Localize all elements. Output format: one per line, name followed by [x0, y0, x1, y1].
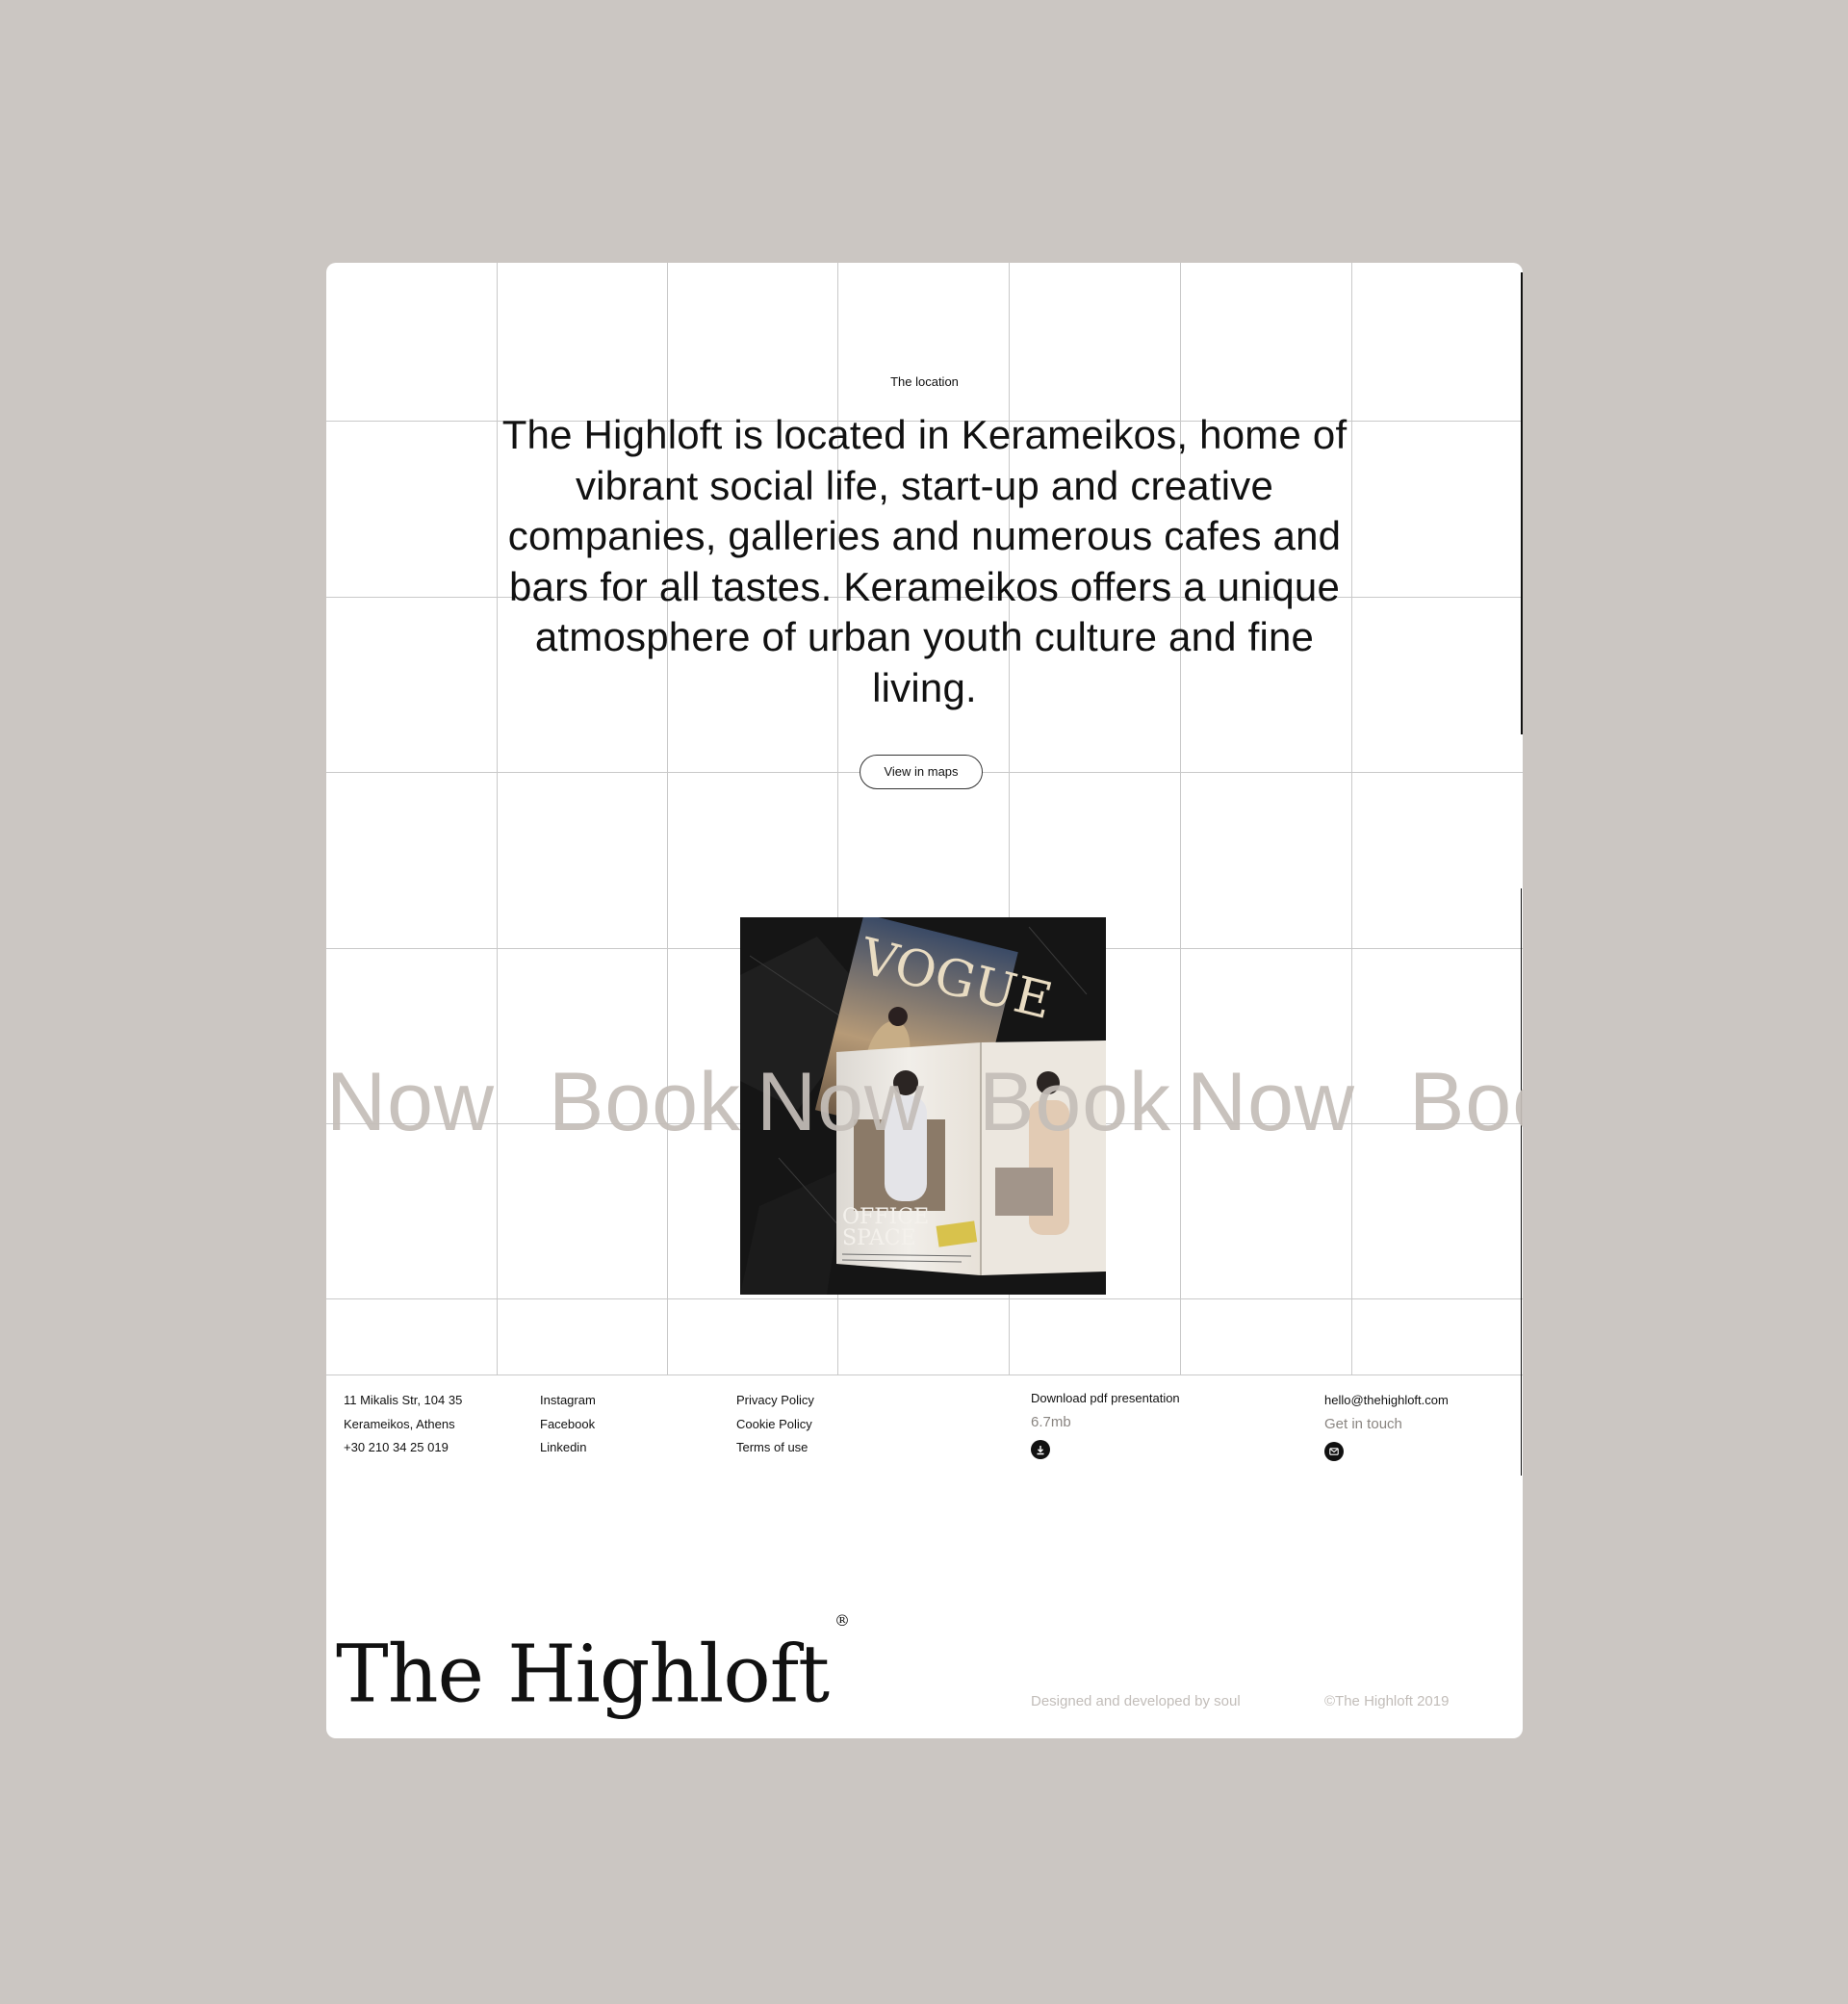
address-area: Kerameikos, Athens — [344, 1416, 455, 1431]
marquee-word: Now — [1187, 1056, 1356, 1148]
main-card: The location The Highloft is located in … — [326, 263, 1523, 1738]
email-link[interactable]: hello@thehighloft.com — [1324, 1389, 1449, 1413]
download-file-size: 6.7mb — [1031, 1413, 1071, 1430]
footer-social-links: Instagram Facebook Linkedin — [540, 1389, 596, 1460]
cookie-policy-link[interactable]: Cookie Policy — [736, 1413, 814, 1437]
instagram-link[interactable]: Instagram — [540, 1389, 596, 1413]
marquee-word: Book — [1409, 1056, 1523, 1148]
facebook-link[interactable]: Facebook — [540, 1413, 596, 1437]
designer-credit[interactable]: Designed and developed by soul — [1031, 1693, 1241, 1709]
marquee-word: Book — [979, 1056, 1172, 1148]
site-logo[interactable]: The Highloft® — [336, 1611, 850, 1721]
grid-line — [326, 1298, 1523, 1299]
get-in-touch-link[interactable]: Get in touch — [1324, 1413, 1449, 1437]
view-in-maps-button[interactable]: View in maps — [860, 755, 983, 789]
section-eyebrow: The location — [890, 374, 959, 389]
marquee-word: Now — [326, 1056, 496, 1148]
footer-download[interactable]: Download pdf presentation 6.7mb — [1031, 1387, 1180, 1459]
copyright: ©The Highloft 2019 — [1324, 1693, 1450, 1709]
terms-of-use-link[interactable]: Terms of use — [736, 1436, 814, 1460]
phone-number[interactable]: +30 210 34 25 019 — [344, 1436, 462, 1460]
spread-heading-line2: SPACE — [842, 1226, 916, 1250]
mail-icon[interactable] — [1324, 1442, 1344, 1461]
download-presentation-link[interactable]: Download pdf presentation — [1031, 1387, 1180, 1411]
marquee-word: Now — [757, 1056, 926, 1148]
footer-legal-links: Privacy Policy Cookie Policy Terms of us… — [736, 1389, 814, 1460]
download-icon[interactable] — [1031, 1440, 1050, 1459]
location-description: The Highloft is located in Kerameikos, h… — [501, 412, 1348, 710]
linkedin-link[interactable]: Linkedin — [540, 1436, 596, 1460]
scrollbar-track[interactable] — [1521, 272, 1523, 734]
footer-contact: hello@thehighloft.com Get in touch — [1324, 1389, 1449, 1461]
registered-mark: ® — [834, 1611, 850, 1630]
footer-address: 11 Mikalis Str, 104 35 Kerameikos, Athen… — [344, 1389, 462, 1460]
scrollbar-track-lower — [1521, 888, 1522, 1476]
logo-wordmark: The Highloft — [336, 1629, 830, 1721]
privacy-policy-link[interactable]: Privacy Policy — [736, 1389, 814, 1413]
address-street: 11 Mikalis Str, 104 35 — [344, 1393, 463, 1407]
marquee-word: Book — [549, 1056, 742, 1148]
book-now-marquee[interactable]: Now Book Now Book Now Book — [326, 1054, 1523, 1150]
